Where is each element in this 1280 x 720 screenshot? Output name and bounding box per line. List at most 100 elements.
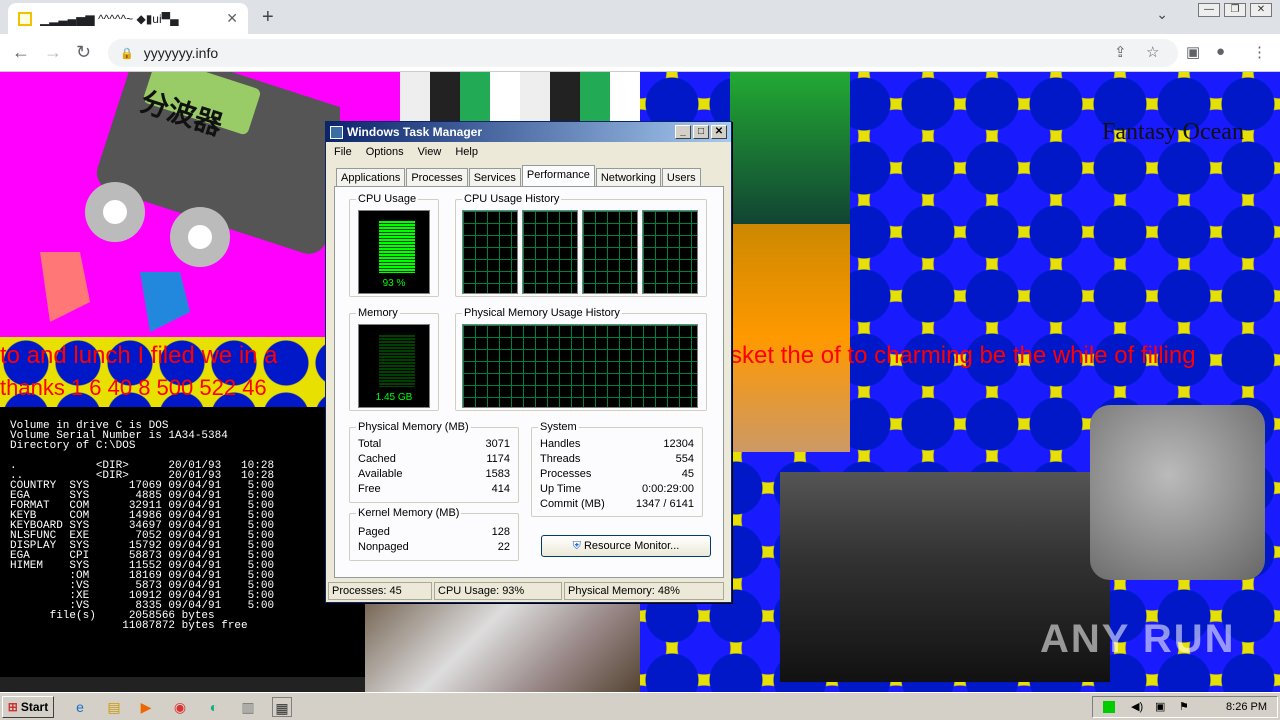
fantasy-ocean-label: Fantasy Ocean: [1102, 119, 1244, 145]
km-row-nonpaged: Nonpaged 22: [358, 541, 510, 553]
dos-directory-listing: Volume in drive C is DOS Volume Serial N…: [0, 407, 365, 677]
window-controls: — ❐ ✕: [1198, 3, 1272, 17]
cpu-history-graph-4: [642, 210, 698, 294]
tab-close-icon[interactable]: ✕: [226, 10, 238, 27]
task-manager-title: Windows Task Manager: [347, 125, 483, 139]
task-manager-icon: [330, 125, 343, 139]
system-tray: ◀) ▣ ⚑ 8:26 PM: [1092, 696, 1278, 718]
side-panel-icon[interactable]: ▣: [1186, 43, 1200, 61]
physical-memory-label: Physical Memory (MB): [356, 421, 471, 433]
cpu-history-graph-2: [522, 210, 578, 294]
profile-avatar-icon[interactable]: ●: [1216, 43, 1225, 60]
cpu-history-group: CPU Usage History: [455, 193, 707, 297]
folder-icon[interactable]: ▤: [104, 697, 124, 717]
pm-row-free: Free 414: [358, 483, 510, 495]
close-window-button[interactable]: ✕: [1250, 3, 1272, 17]
system-group: System Handles 12304 Threads 554 Processes…: [531, 421, 703, 517]
clock[interactable]: 8:26 PM: [1226, 701, 1267, 713]
shield-icon: ⛨: [572, 540, 581, 552]
menu-help[interactable]: Help: [455, 146, 478, 164]
pm-row-total: Total 3071: [358, 438, 510, 450]
forward-arrow-icon[interactable]: →: [44, 42, 62, 63]
sys-row-handles: Handles 12304: [540, 438, 694, 450]
km-row-paged: Paged 128: [358, 526, 510, 538]
red-scrolling-text: sket the of to charming be the while of …: [730, 342, 1196, 369]
start-label: Start: [20, 700, 49, 714]
memory-value: 1.45 GB: [375, 392, 413, 403]
flag-icon[interactable]: ⚑: [1179, 700, 1189, 713]
phys-history-graph: [462, 324, 698, 408]
media-player-icon[interactable]: ▶: [136, 697, 156, 717]
tm-menu-bar: File Options View Help: [326, 142, 731, 164]
kernel-memory-label: Kernel Memory (MB): [356, 507, 462, 519]
address-bar[interactable]: 🔒 yyyyyyy.info: [108, 39, 1178, 67]
resource-monitor-label: Resource Monitor...: [583, 540, 680, 552]
recycle-icon[interactable]: ▥: [238, 697, 258, 717]
3d-face-render: [1090, 405, 1265, 580]
sys-row-threads: Threads 554: [540, 453, 694, 465]
system-label: System: [538, 421, 579, 433]
status-processes: Processes: 45: [328, 582, 432, 600]
tab-users[interactable]: Users: [661, 168, 701, 187]
tm-minimize-button[interactable]: _: [675, 125, 691, 139]
bookmark-star-icon[interactable]: ☆: [1146, 43, 1159, 61]
tm-tabs: Applications Processes Services Performa…: [336, 165, 702, 187]
edge-icon[interactable]: ◐: [204, 697, 224, 717]
restore-button[interactable]: ❐: [1224, 3, 1246, 17]
resource-monitor-button[interactable]: ⛨ Resource Monitor...: [541, 535, 711, 557]
anime-figure-image: [730, 72, 850, 452]
physical-memory-group: Physical Memory (MB) Total 3071 Cached 117…: [349, 421, 519, 503]
status-memory: Physical Memory: 48%: [564, 582, 724, 600]
task-manager-taskbar-icon[interactable]: ▦: [272, 697, 292, 717]
favicon-icon: [18, 11, 32, 26]
windows-logo-icon: ⊞: [7, 700, 18, 714]
tab-applications[interactable]: Applications: [336, 168, 406, 187]
browser-chrome: ▁▂▃▄▅▆ ^^^^^~ ◆▮ui▀▄ ✕ + ⌄ — ❐ ✕ ← → ↻ 🔒…: [0, 0, 1280, 72]
url-text: yyyyyyy.info: [143, 45, 219, 61]
minimize-button[interactable]: —: [1198, 3, 1220, 17]
browser-tab[interactable]: ▁▂▃▄▅▆ ^^^^^~ ◆▮ui▀▄ ✕: [8, 3, 248, 34]
tab-services[interactable]: Services: [468, 168, 521, 187]
task-manager-window[interactable]: Windows Task Manager _ □ ✕ File Options …: [325, 121, 732, 603]
ie-icon[interactable]: e: [70, 697, 90, 717]
browser-toolbar: ← → ↻ 🔒 yyyyyyy.info ⇪ ☆ ▣ ● ⋮: [0, 34, 1280, 72]
status-green-icon[interactable]: [1103, 701, 1115, 713]
share-icon[interactable]: ⇪: [1114, 43, 1127, 61]
menu-view[interactable]: View: [418, 146, 442, 164]
memory-meter: 1.45 GB: [358, 324, 430, 408]
tab-networking[interactable]: Networking: [595, 168, 661, 187]
windows-taskbar: ⊞ Start e ▤ ▶ ◉ ◐ ▥ ▦ ◀) ▣ ⚑ 8:26 PM: [0, 692, 1280, 720]
menu-options[interactable]: Options: [366, 146, 404, 164]
new-tab-button[interactable]: +: [262, 6, 274, 29]
trash-photo: [365, 602, 640, 692]
cpu-usage-value: 93 %: [382, 278, 406, 289]
tab-processes[interactable]: Processes: [406, 168, 468, 187]
memory-label: Memory: [356, 307, 400, 319]
network-icon[interactable]: ▣: [1155, 700, 1165, 713]
task-manager-titlebar[interactable]: Windows Task Manager _ □ ✕: [326, 122, 731, 142]
menu-file[interactable]: File: [334, 146, 352, 164]
cpu-usage-label: CPU Usage: [356, 193, 419, 205]
sys-row-commit: Commit (MB) 1347 / 6141: [540, 498, 694, 510]
tm-close-button[interactable]: ✕: [711, 125, 727, 139]
kebab-menu-icon[interactable]: ⋮: [1252, 43, 1267, 61]
status-cpu: CPU Usage: 93%: [434, 582, 562, 600]
tab-performance[interactable]: Performance: [521, 165, 595, 187]
memory-group: Memory 1.45 GB: [349, 307, 439, 411]
volume-icon[interactable]: ◀): [1131, 700, 1143, 713]
phys-history-group: Physical Memory Usage History: [455, 307, 707, 411]
chrome-icon[interactable]: ◉: [170, 697, 190, 717]
red-scrolling-text: to and lunch I filed we in a: [0, 342, 278, 369]
performance-panel: CPU Usage 93 % CPU Usage History Memory …: [334, 186, 724, 578]
tab-search-chevron-icon[interactable]: ⌄: [1156, 6, 1168, 23]
pm-row-available: Available 1583: [358, 468, 510, 480]
anyrun-watermark: ANY RUN: [1040, 617, 1236, 661]
cpu-history-graph-1: [462, 210, 518, 294]
start-button[interactable]: ⊞ Start: [2, 696, 54, 718]
tm-maximize-button[interactable]: □: [693, 125, 709, 139]
memory-meter-bars: [379, 335, 415, 387]
phys-history-label: Physical Memory Usage History: [462, 307, 622, 319]
kernel-memory-group: Kernel Memory (MB) Paged 128 Nonpaged 22: [349, 507, 519, 561]
reload-icon[interactable]: ↻: [76, 42, 91, 63]
back-arrow-icon[interactable]: ←: [12, 42, 30, 63]
